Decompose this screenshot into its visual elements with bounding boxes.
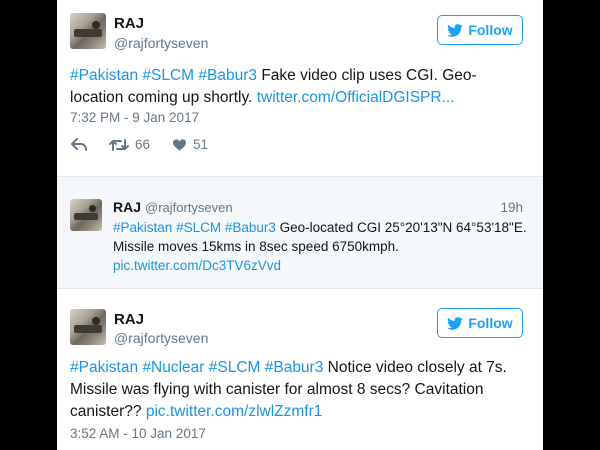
user-name[interactable]: RAJ: [114, 311, 144, 328]
user-handle[interactable]: @rajfortyseven: [114, 35, 208, 51]
hashtag[interactable]: #SLCM: [209, 359, 261, 376]
tweet-link[interactable]: pic.twitter.com/zlwlZzmfr1: [146, 403, 323, 420]
user-handle[interactable]: @rajfortyseven: [114, 330, 208, 346]
user-name[interactable]: RAJ: [113, 199, 141, 215]
hashtag[interactable]: #Babur3: [265, 359, 324, 376]
hashtag[interactable]: #Pakistan: [70, 359, 138, 376]
avatar[interactable]: [70, 199, 102, 231]
tweet-2: RAJ @rajfortyseven 19h #Pakistan #SLCM #…: [57, 176, 543, 289]
retweet-button[interactable]: 66: [109, 137, 150, 152]
tweet-actions: 66 51: [71, 137, 230, 152]
retweet-count: 66: [135, 137, 151, 152]
user-handle[interactable]: @rajfortyseven: [145, 200, 233, 215]
tweet-text: #Pakistan #Nuclear #SLCM #Babur3 Notice …: [70, 357, 532, 423]
user-name[interactable]: RAJ: [114, 15, 144, 32]
like-button[interactable]: 51: [172, 137, 208, 152]
tweet-age[interactable]: 19h: [500, 200, 523, 215]
follow-button[interactable]: Follow: [437, 308, 523, 338]
heart-icon: [172, 138, 187, 152]
hashtag[interactable]: #Babur3: [198, 67, 257, 84]
tweet-panel: RAJ @rajfortyseven Follow #Pakistan #SLC…: [57, 0, 543, 450]
hashtag[interactable]: #Pakistan: [113, 220, 172, 235]
tweet-link[interactable]: twitter.com/OfficialDGISPR...: [257, 89, 455, 106]
timestamp[interactable]: 7:32 PM - 9 Jan 2017: [70, 110, 199, 125]
hashtag[interactable]: #SLCM: [142, 67, 194, 84]
reply-icon: [71, 137, 87, 152]
timestamp[interactable]: 3:52 AM - 10 Jan 2017: [70, 426, 206, 441]
follow-label: Follow: [468, 315, 513, 331]
tweet-1: RAJ @rajfortyseven Follow #Pakistan #SLC…: [57, 0, 543, 176]
hashtag[interactable]: #Pakistan: [70, 67, 138, 84]
twitter-bird-icon: [447, 316, 463, 330]
like-count: 51: [193, 137, 209, 152]
tweet-3: RAJ @rajfortyseven Follow #Pakistan #Nuc…: [57, 289, 543, 450]
reply-button[interactable]: [71, 137, 87, 152]
avatar[interactable]: [70, 13, 106, 49]
tweet-text: #Pakistan #SLCM #Babur3 Geo-located CGI …: [113, 218, 533, 275]
retweet-icon: [109, 138, 129, 152]
tweet-text: #Pakistan #SLCM #Babur3 Fake video clip …: [70, 65, 530, 109]
hashtag[interactable]: #Babur3: [225, 220, 276, 235]
follow-label: Follow: [468, 22, 513, 38]
twitter-bird-icon: [447, 23, 463, 37]
avatar[interactable]: [70, 309, 106, 345]
follow-button[interactable]: Follow: [437, 15, 523, 45]
hashtag[interactable]: #Nuclear: [142, 359, 204, 376]
hashtag[interactable]: #SLCM: [176, 220, 221, 235]
tweet-link[interactable]: pic.twitter.com/Dc3TV6zVvd: [113, 258, 281, 273]
